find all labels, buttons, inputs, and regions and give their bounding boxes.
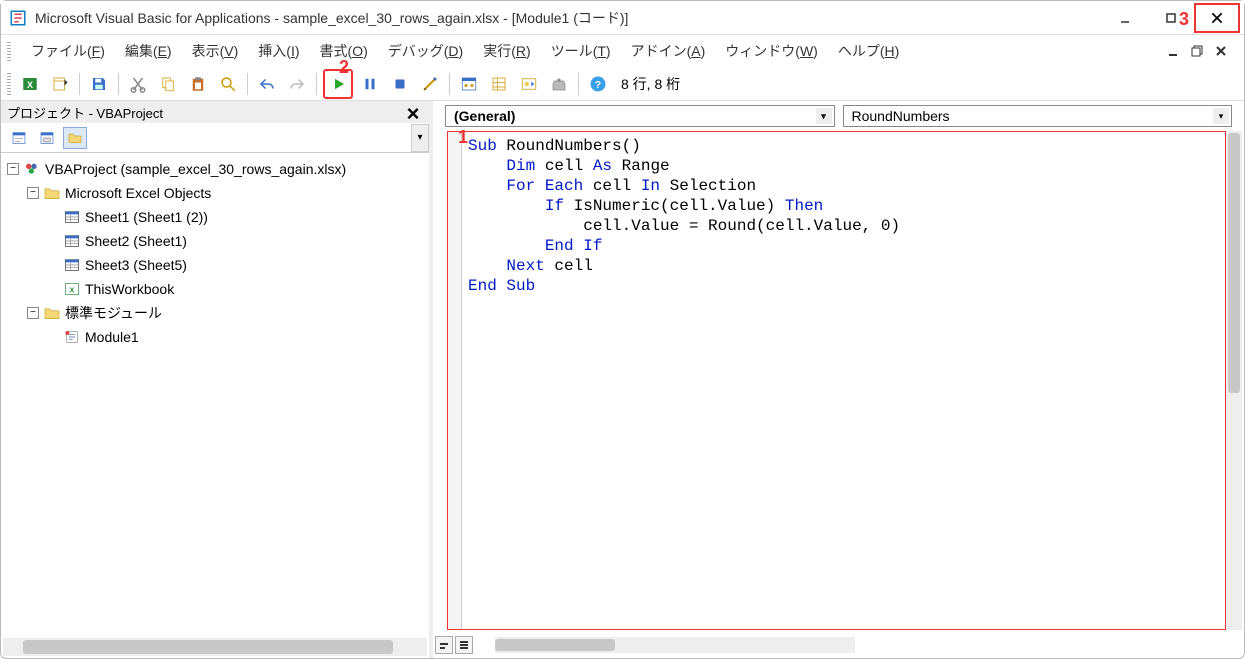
code-margin[interactable] — [448, 132, 462, 629]
window-title: Microsoft Visual Basic for Applications … — [35, 8, 1102, 28]
mdi-restore-button[interactable] — [1188, 42, 1206, 60]
marker-3: 3 — [1179, 9, 1189, 30]
project-tree[interactable]: −VBAProject (sample_excel_30_rows_again.… — [1, 153, 429, 638]
menu-file[interactable]: ファイル(F) — [23, 37, 113, 65]
procedure-dropdown[interactable]: RoundNumbers▾ — [843, 105, 1233, 127]
toggle-folders-button[interactable] — [63, 127, 87, 149]
save-button[interactable] — [86, 71, 112, 97]
project-scrollbar-x[interactable] — [3, 638, 427, 656]
code-scrollbar-y[interactable] — [1226, 131, 1242, 630]
standard-modules-folder[interactable]: 標準モジュール — [65, 303, 162, 323]
title-bar: Microsoft Visual Basic for Applications … — [1, 1, 1244, 35]
insert-module-button[interactable] — [47, 71, 73, 97]
project-toolbar-scroll[interactable]: ▾ — [411, 124, 429, 152]
module-icon — [63, 329, 81, 345]
procedure-view-button[interactable] — [435, 636, 453, 654]
workbook-icon: X — [63, 281, 81, 297]
code-window: (General)▾ RoundNumbers▾ Sub RoundNumber… — [433, 101, 1244, 658]
find-button[interactable] — [215, 71, 241, 97]
properties-button[interactable] — [486, 71, 512, 97]
thisworkbook-node[interactable]: ThisWorkbook — [85, 281, 174, 297]
reset-button[interactable] — [387, 71, 413, 97]
menu-help[interactable]: ヘルプ(H) — [830, 37, 907, 65]
menu-edit[interactable]: 編集(E) — [117, 37, 180, 65]
menu-grip[interactable] — [7, 41, 11, 61]
help-button[interactable]: ? — [585, 71, 611, 97]
object-dropdown[interactable]: (General)▾ — [445, 105, 835, 127]
project-root[interactable]: VBAProject (sample_excel_30_rows_again.x… — [45, 161, 346, 177]
toolbox-button[interactable] — [546, 71, 572, 97]
redo-button[interactable] — [284, 71, 310, 97]
menu-tools[interactable]: ツール(T) — [543, 37, 619, 65]
cut-button[interactable] — [125, 71, 151, 97]
folder-icon — [43, 305, 61, 321]
chevron-down-icon: ▾ — [1213, 108, 1229, 124]
code-scrollbar-x[interactable] — [495, 637, 855, 653]
cursor-position: 8 行, 8 桁 — [621, 74, 680, 94]
sheet-icon — [63, 233, 81, 249]
excel-objects-folder[interactable]: Microsoft Excel Objects — [65, 185, 211, 201]
project-explorer-button[interactable] — [456, 71, 482, 97]
folder-icon — [43, 185, 61, 201]
minimize-button[interactable] — [1102, 3, 1148, 33]
code-editor[interactable]: Sub RoundNumbers() Dim cell As Range For… — [447, 131, 1226, 630]
tree-toggle[interactable]: − — [27, 187, 39, 199]
menu-insert[interactable]: 挿入(I) — [250, 37, 307, 65]
menu-view[interactable]: 表示(V) — [184, 37, 247, 65]
project-explorer-title: プロジェクト - VBAProject × — [1, 101, 429, 123]
sheet1-node[interactable]: Sheet1 (Sheet1 (2)) — [85, 209, 208, 225]
svg-text:?: ? — [595, 78, 601, 90]
module1-node[interactable]: Module1 — [85, 329, 139, 345]
sheet2-node[interactable]: Sheet2 (Sheet1) — [85, 233, 187, 249]
marker-2: 2 — [339, 57, 349, 78]
project-explorer: プロジェクト - VBAProject × ▾ −VBAProject (sam… — [1, 101, 433, 658]
sheet3-node[interactable]: Sheet3 (Sheet5) — [85, 257, 187, 273]
view-excel-button[interactable]: X — [17, 71, 43, 97]
standard-toolbar: X ? 8 行, 8 桁 — [1, 67, 1244, 101]
view-code-button[interactable] — [7, 127, 31, 149]
paste-button[interactable] — [185, 71, 211, 97]
mdi-close-button[interactable] — [1212, 42, 1230, 60]
copy-button[interactable] — [155, 71, 181, 97]
close-button[interactable] — [1194, 3, 1240, 33]
break-button[interactable] — [357, 71, 383, 97]
chevron-down-icon: ▾ — [816, 108, 832, 124]
menu-run[interactable]: 実行(R) — [475, 37, 538, 65]
code-text[interactable]: Sub RoundNumbers() Dim cell As Range For… — [468, 136, 900, 296]
menu-addins[interactable]: アドイン(A) — [623, 37, 714, 65]
sheet-icon — [63, 209, 81, 225]
app-icon — [9, 9, 27, 27]
undo-button[interactable] — [254, 71, 280, 97]
sheet-icon — [63, 257, 81, 273]
marker-1: 1 — [458, 127, 468, 148]
toolbar-grip[interactable] — [7, 73, 11, 95]
design-mode-button[interactable] — [417, 71, 443, 97]
tree-toggle[interactable]: − — [7, 163, 19, 175]
view-object-button[interactable] — [35, 127, 59, 149]
full-module-view-button[interactable] — [455, 636, 473, 654]
svg-text:X: X — [27, 79, 33, 89]
menu-debug[interactable]: デバッグ(D) — [380, 37, 471, 65]
menu-bar: ファイル(F) 編集(E) 表示(V) 挿入(I) 書式(O) デバッグ(D) … — [1, 35, 1244, 67]
svg-text:X: X — [70, 285, 75, 294]
tree-toggle[interactable]: − — [27, 307, 39, 319]
object-browser-button[interactable] — [516, 71, 542, 97]
menu-window[interactable]: ウィンドウ(W) — [717, 37, 826, 65]
project-icon — [23, 161, 41, 177]
mdi-minimize-button[interactable] — [1164, 42, 1182, 60]
